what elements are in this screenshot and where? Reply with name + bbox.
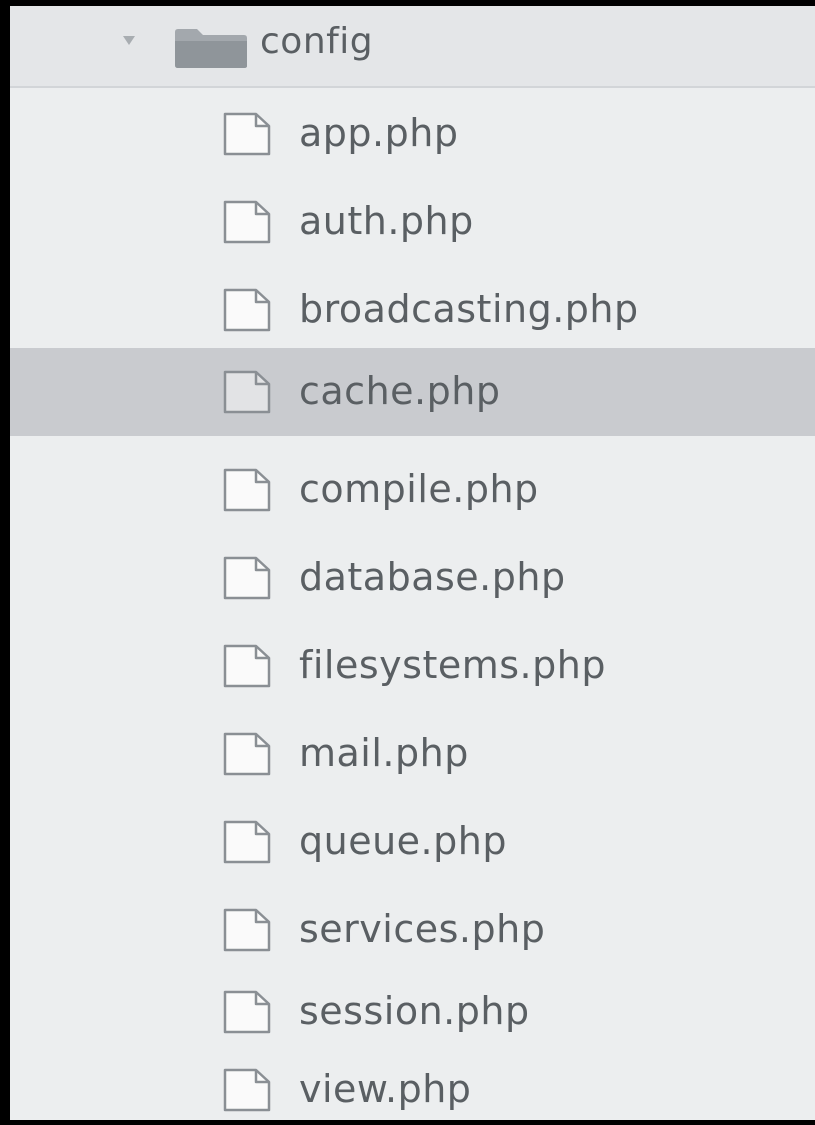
file-icon	[223, 112, 271, 156]
file-icon	[223, 1068, 271, 1112]
file-item[interactable]: filesystems.php	[10, 622, 815, 710]
chevron-down-icon[interactable]	[123, 36, 135, 45]
file-icon	[223, 644, 271, 688]
file-item[interactable]: broadcasting.php	[10, 266, 815, 354]
file-item[interactable]: app.php	[10, 90, 815, 178]
file-label: view.php	[299, 1067, 472, 1111]
folder-row-config[interactable]: config	[10, 6, 815, 88]
file-label: mail.php	[299, 731, 469, 775]
file-item[interactable]: services.php	[10, 886, 815, 974]
file-item[interactable]: queue.php	[10, 798, 815, 886]
file-label: broadcasting.php	[299, 287, 639, 331]
file-item[interactable]: auth.php	[10, 178, 815, 266]
folder-label: config	[260, 21, 374, 62]
file-label: auth.php	[299, 199, 474, 243]
file-label: database.php	[299, 555, 566, 599]
file-label: compile.php	[299, 467, 539, 511]
file-item[interactable]: database.php	[10, 534, 815, 622]
file-item[interactable]: view.php	[10, 1046, 815, 1120]
file-item[interactable]: compile.php	[10, 446, 815, 534]
file-icon	[223, 908, 271, 952]
file-item[interactable]: session.php	[10, 968, 815, 1056]
file-tree-panel: config app.php auth.php broadcasting.php…	[10, 6, 815, 1120]
file-icon	[223, 820, 271, 864]
file-label: filesystems.php	[299, 643, 606, 687]
file-label: queue.php	[299, 819, 507, 863]
file-icon	[223, 288, 271, 332]
file-label: session.php	[299, 989, 530, 1033]
folder-icon	[175, 29, 247, 68]
file-icon	[223, 732, 271, 776]
file-label: cache.php	[299, 369, 501, 413]
file-label: app.php	[299, 111, 459, 155]
file-item-selected[interactable]: cache.php	[10, 348, 815, 436]
file-icon	[223, 200, 271, 244]
file-icon	[223, 468, 271, 512]
file-icon	[223, 990, 271, 1034]
file-item[interactable]: mail.php	[10, 710, 815, 798]
file-label: services.php	[299, 907, 546, 951]
file-icon	[223, 556, 271, 600]
file-icon	[223, 370, 271, 414]
